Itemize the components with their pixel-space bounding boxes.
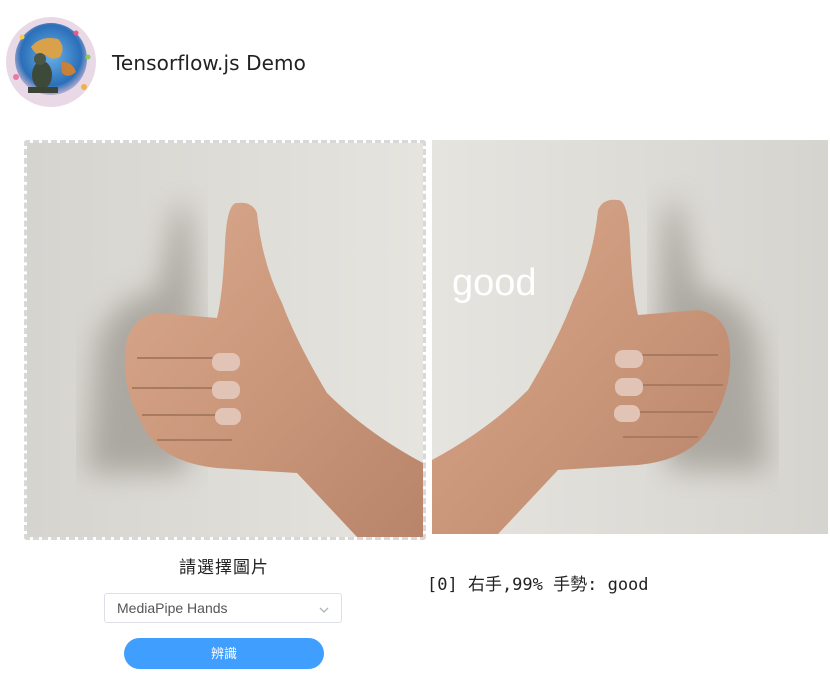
model-select-value: MediaPipe Hands [117, 600, 228, 616]
avatar [6, 17, 96, 107]
thumbs-up-photo-icon [27, 143, 423, 537]
app-title: Tensorflow.js Demo [112, 51, 306, 75]
chevron-down-icon [318, 603, 330, 621]
model-select[interactable]: MediaPipe Hands [104, 593, 342, 623]
globe-thinker-icon [6, 17, 96, 107]
header: Tensorflow.js Demo [0, 0, 830, 125]
select-image-label: 請選擇圖片 [179, 558, 269, 578]
result-image: good [432, 140, 828, 534]
image-upload-area[interactable] [24, 140, 426, 540]
mirrored-thumbs-up-photo-icon [432, 140, 828, 534]
recognize-button[interactable]: 辨識 [124, 638, 324, 669]
gesture-overlay-label: good [452, 262, 537, 304]
result-text: [0] 右手,99% 手勢: good [427, 575, 649, 595]
